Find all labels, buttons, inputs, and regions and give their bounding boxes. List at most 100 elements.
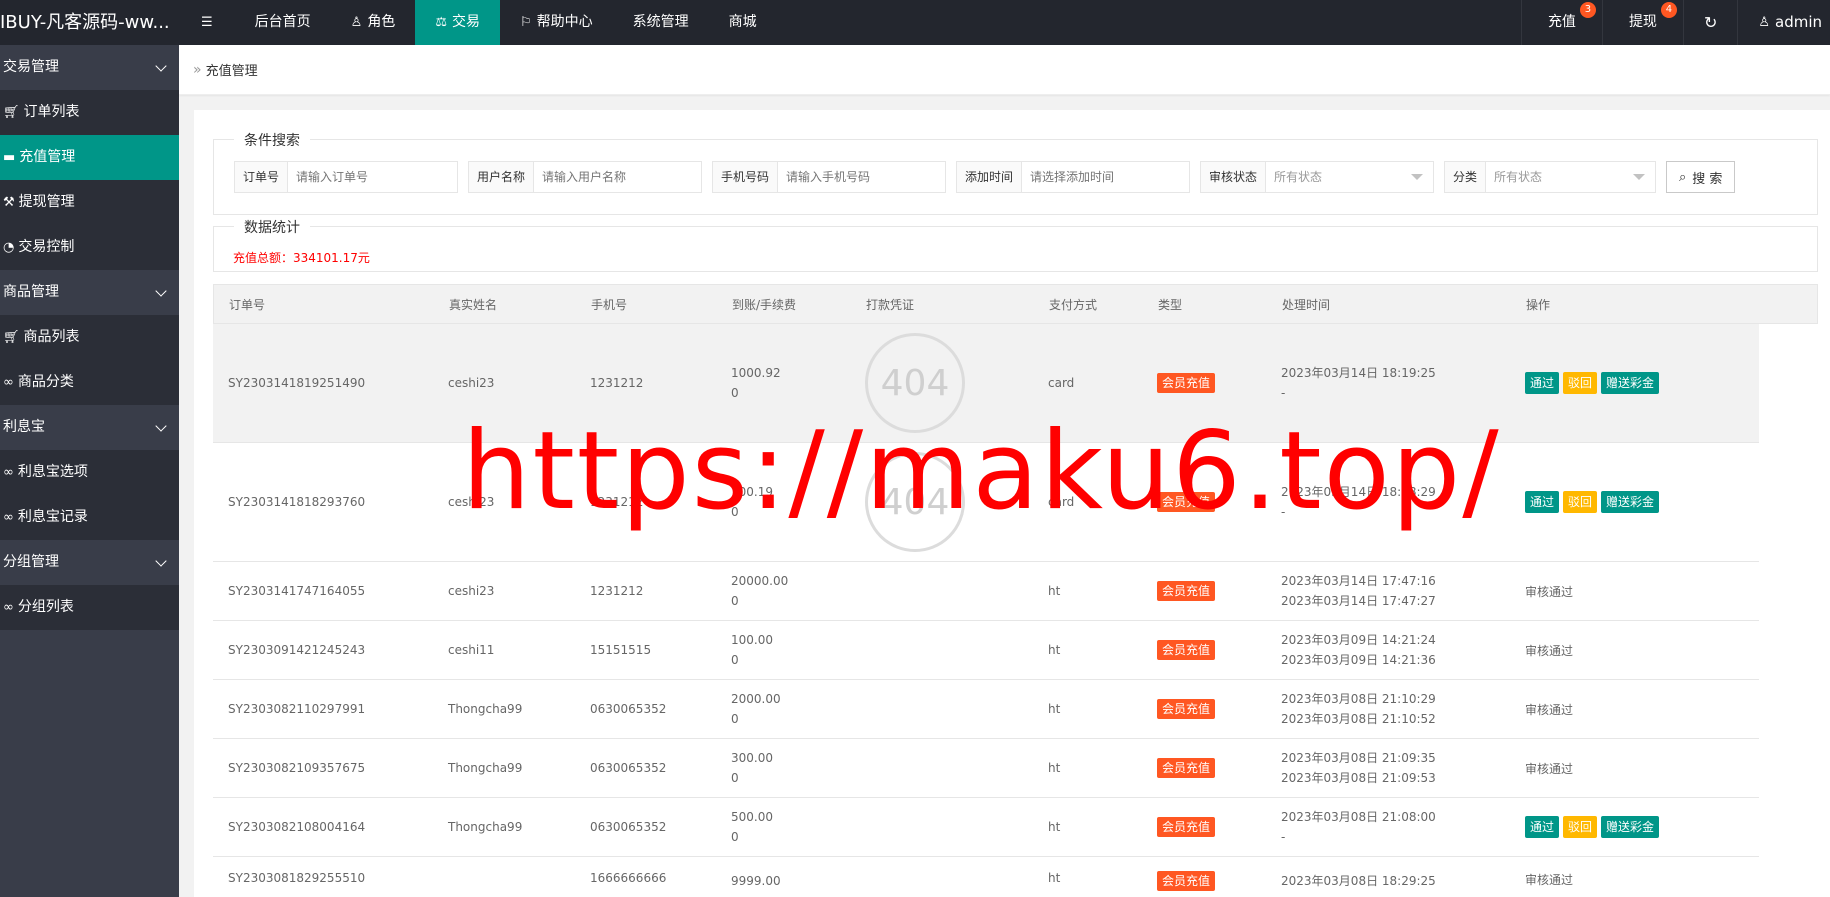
amount: 20000.00 — [731, 574, 789, 588]
time-start: 2023年03月08日 21:09:35 — [1281, 751, 1436, 765]
search-fieldset: 条件搜索 订单号 用户名称 手机号码 添加时间 — [213, 130, 1818, 215]
stats-fieldset: 数据统计 充值总额：334101.17元 — [213, 217, 1818, 272]
sidebar-item-recharge[interactable]: ▬ 充值管理 — [0, 135, 179, 180]
time-start: 2023年03月14日 18:19:25 — [1281, 366, 1436, 380]
nav-mall-label: 商城 — [728, 14, 757, 30]
order-input[interactable] — [288, 162, 449, 192]
link-icon: ∞ — [3, 375, 14, 390]
breadcrumb-current: 充值管理 — [205, 64, 258, 79]
search-icon: ⌕ — [1679, 169, 1687, 185]
cell-amount: 2000.00 0 — [716, 689, 850, 729]
phone-field: 手机号码 — [712, 161, 946, 193]
cell-name: ceshi11 — [448, 643, 495, 657]
caret-down-icon — [1411, 174, 1423, 180]
bonus-button[interactable]: 赠送彩金 — [1601, 816, 1660, 838]
th-proof: 打款凭证 — [866, 297, 915, 312]
search-button[interactable]: ⌕ 搜 索 — [1666, 161, 1736, 193]
recharge-table: 订单号 真实姓名 手机号 到账/手续费 打款凭证 支付方式 类型 处理时间 操作… — [213, 284, 1818, 897]
recharge-label: 充值 — [1547, 14, 1576, 30]
nav-home[interactable]: 后台首页 — [235, 0, 331, 45]
table-row: SY2303141747164055 ceshi23 1231212 20000… — [213, 562, 1759, 621]
sidebar-group-interest[interactable]: 利息宝 — [0, 405, 179, 450]
nav-trade[interactable]: ⚖ 交易 — [415, 0, 500, 45]
sidebar-item-orders[interactable]: 🛒︎ 订单列表 — [0, 90, 179, 135]
cell-phone: 0630065352 — [590, 702, 667, 716]
brand-logo[interactable]: IBUY-凡客源码-ww... — [0, 0, 179, 45]
bonus-button[interactable]: 赠送彩金 — [1601, 372, 1660, 394]
sidebar-group-label: 交易管理 — [3, 59, 59, 75]
top-header: IBUY-凡客源码-ww... ☰ 后台首页 ♙ 角色 ⚖ 交易 ⚐ 帮助中心 系统管… — [0, 0, 1830, 45]
sidebar-item-group-list[interactable]: ∞ 分组列表 — [0, 585, 179, 630]
sidebar-item-withdraw[interactable]: ⚒ 提现管理 — [0, 180, 179, 225]
bonus-button[interactable]: 赠送彩金 — [1601, 491, 1660, 513]
approve-button[interactable]: 通过 — [1525, 816, 1560, 838]
cell-type: 会员充值 — [1142, 871, 1266, 891]
approve-button[interactable]: 通过 — [1525, 372, 1560, 394]
sidebar-item-trade-control[interactable]: ◔ 交易控制 — [0, 225, 179, 270]
cell-name: Thongcha99 — [448, 820, 523, 834]
sidebar-item-interest-options[interactable]: ∞ 利息宝选项 — [0, 450, 179, 495]
sidebar-group-trade[interactable]: 交易管理 — [0, 45, 179, 90]
reject-button[interactable]: 驳回 — [1563, 372, 1598, 394]
chevron-down-icon — [155, 419, 167, 432]
sidebar-item-label: 利息宝记录 — [17, 509, 88, 525]
sidebar-item-goods-list[interactable]: 🛒︎ 商品列表 — [0, 315, 179, 360]
th-amount: 到账/手续费 — [732, 297, 797, 312]
nav-role[interactable]: ♙ 角色 — [331, 0, 416, 45]
time-start: 2023年03月08日 21:10:29 — [1281, 692, 1436, 706]
sidebar-item-label: 提现管理 — [18, 194, 75, 210]
hammer-icon: ⚒ — [3, 195, 15, 210]
username-input[interactable] — [534, 162, 695, 192]
top-nav-right: 充值 3 提现 4 ↻ ♙ admin — [1520, 0, 1830, 45]
cell-type: 会员充值 — [1142, 758, 1266, 778]
fee: 0 — [731, 386, 739, 400]
watermark-url: https://maku6.top/ — [462, 409, 1501, 534]
nav-mall[interactable]: 商城 — [709, 0, 777, 45]
cell-time: 2023年03月08日 21:08:00 - — [1266, 807, 1510, 847]
user-menu[interactable]: ♙ admin — [1737, 0, 1830, 45]
link-icon: ∞ — [3, 600, 14, 615]
status-select[interactable]: 审核状态 所有状态 — [1200, 161, 1434, 193]
withdraw-badge: 4 — [1660, 2, 1677, 18]
recharge-total: 充值总额：334101.17元 — [233, 251, 370, 265]
withdraw-button[interactable]: 提现 4 — [1601, 0, 1683, 45]
recharge-button[interactable]: 充值 3 — [1520, 0, 1602, 45]
cell-type: 会员充值 — [1142, 640, 1266, 660]
time-end: - — [1281, 386, 1286, 400]
table-row: SY2303082108004164 Thongcha99 0630065352… — [213, 798, 1759, 857]
time-end: - — [1281, 830, 1286, 844]
sidebar-item-interest-records[interactable]: ∞ 利息宝记录 — [0, 495, 179, 540]
cell-pay: card — [1048, 376, 1075, 390]
th-time: 处理时间 — [1282, 297, 1331, 312]
reject-button[interactable]: 驳回 — [1563, 491, 1598, 513]
flag-icon: ⚐ — [519, 15, 532, 30]
date-input[interactable] — [1022, 162, 1183, 192]
sidebar-group-goods[interactable]: 商品管理 — [0, 270, 179, 315]
cell-phone: 0630065352 — [590, 820, 667, 834]
reject-button[interactable]: 驳回 — [1563, 816, 1598, 838]
amount: 100.00 — [731, 633, 773, 647]
type-tag: 会员充值 — [1157, 581, 1216, 601]
recharge-badge: 3 — [1579, 2, 1596, 18]
sidebar-group-groups[interactable]: 分组管理 — [0, 540, 179, 585]
refresh-button[interactable]: ↻ — [1682, 0, 1737, 45]
category-select[interactable]: 分类 所有状态 — [1444, 161, 1656, 193]
cell-actions: 通过 驳回 赠送彩金 — [1510, 816, 1759, 838]
approve-button[interactable]: 通过 — [1525, 491, 1560, 513]
sidebar-item-label: 交易控制 — [18, 239, 75, 255]
nav-system[interactable]: 系统管理 — [613, 0, 709, 45]
status-value: 所有状态 — [1266, 162, 1411, 192]
sidebar-item-goods-category[interactable]: ∞ 商品分类 — [0, 360, 179, 405]
sidebar-item-label: 利息宝选项 — [17, 464, 88, 480]
time-end: 2023年03月09日 14:21:36 — [1281, 653, 1436, 667]
th-type: 类型 — [1158, 297, 1183, 312]
time-end: 2023年03月08日 21:09:53 — [1281, 771, 1436, 785]
search-legend: 条件搜索 — [234, 130, 310, 150]
cell-type: 会员充值 — [1142, 581, 1266, 601]
nav-home-label: 后台首页 — [254, 14, 311, 30]
cell-status: 审核通过 — [1525, 643, 1574, 658]
nav-help[interactable]: ⚐ 帮助中心 — [500, 0, 613, 45]
order-label: 订单号 — [235, 162, 289, 192]
phone-input[interactable] — [778, 162, 939, 192]
menu-toggle-button[interactable]: ☰ — [179, 0, 235, 45]
